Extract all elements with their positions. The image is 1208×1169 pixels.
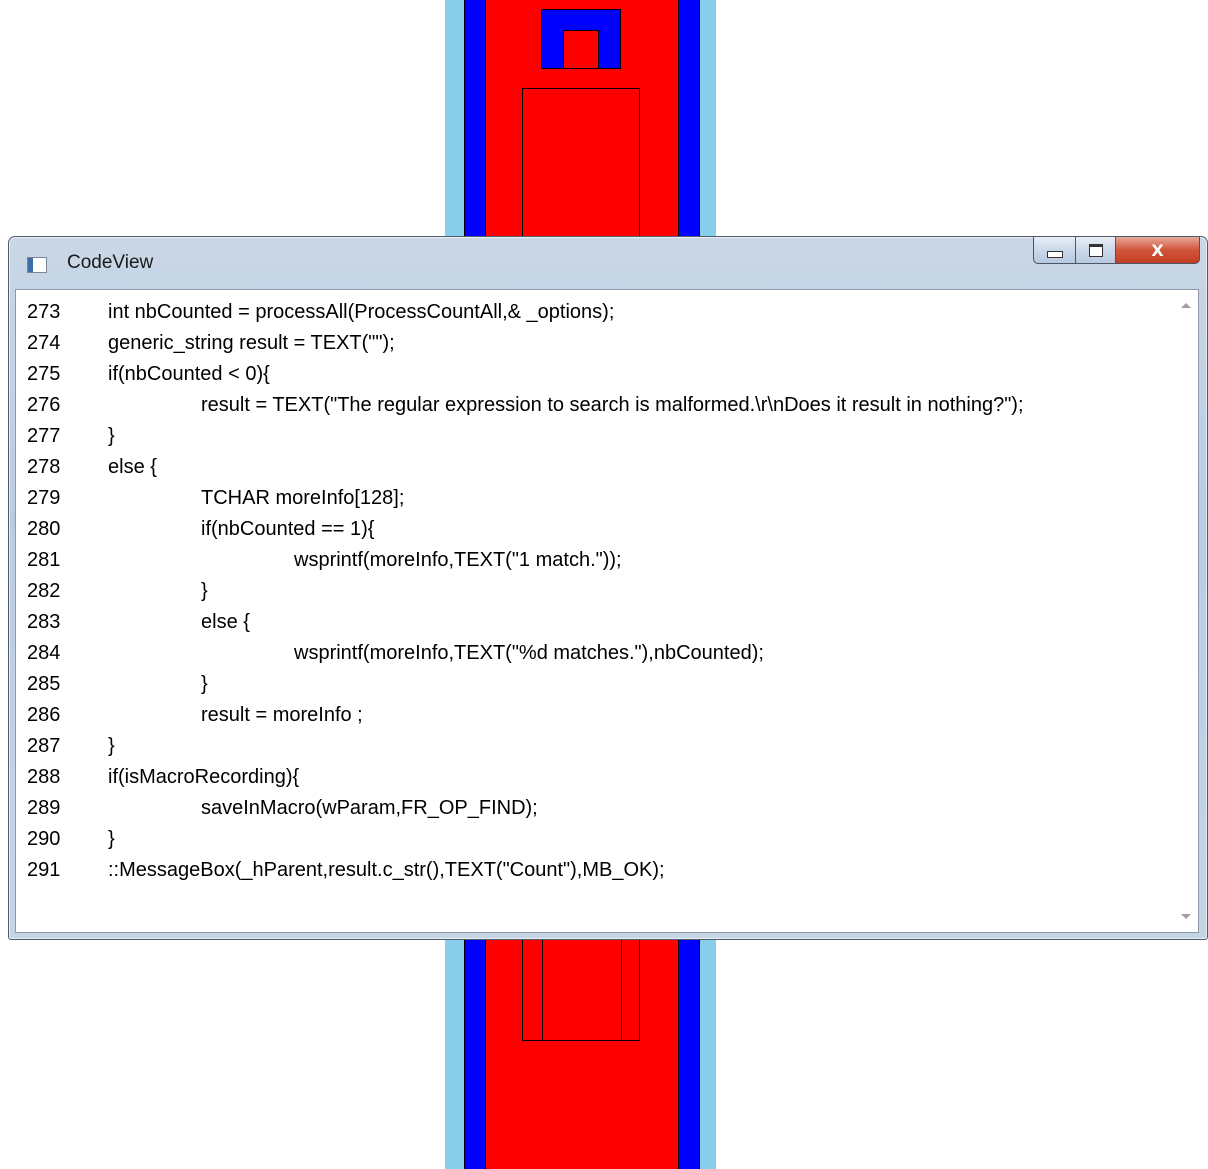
line-text: } bbox=[108, 425, 115, 447]
line-text: ::MessageBox(_hParent,result.c_str(),TEX… bbox=[108, 859, 665, 881]
line-number: 280 bbox=[27, 518, 61, 540]
line-text: saveInMacro(wParam,FR_OP_FIND); bbox=[201, 797, 538, 819]
line-text: int nbCounted = processAll(ProcessCountA… bbox=[108, 301, 615, 323]
code-line: 273 int nbCounted = processAll(ProcessCou… bbox=[16, 297, 1174, 328]
code-line: 290} bbox=[16, 824, 1174, 855]
minimize-button[interactable] bbox=[1033, 237, 1076, 264]
code-line: 274 generic_string result = TEXT(""); bbox=[16, 328, 1174, 359]
line-text: if(isMacroRecording){ bbox=[108, 766, 300, 788]
code-text[interactable]: 273 int nbCounted = processAll(ProcessCou… bbox=[16, 290, 1174, 932]
maximize-icon bbox=[1088, 243, 1103, 257]
codeview-window: CodeView X 273 int nbCounted = processAll… bbox=[8, 236, 1208, 940]
line-text: if(nbCounted == 1){ bbox=[201, 518, 375, 540]
line-number: 273 bbox=[27, 301, 61, 323]
app-window-icon[interactable] bbox=[27, 257, 47, 273]
code-line: 276 result = TEXT("The regular expression… bbox=[16, 390, 1174, 421]
close-icon: X bbox=[1151, 240, 1164, 260]
line-number: 290 bbox=[27, 828, 61, 850]
line-number: 279 bbox=[27, 487, 61, 509]
minimize-icon bbox=[1046, 250, 1063, 258]
maximize-button[interactable] bbox=[1076, 237, 1116, 264]
code-line: 280 if(nbCounted == 1){ bbox=[16, 514, 1174, 545]
line-number: 275 bbox=[27, 363, 61, 385]
vertical-scrollbar[interactable] bbox=[1174, 290, 1198, 932]
line-number: 284 bbox=[27, 642, 61, 664]
line-number: 287 bbox=[27, 735, 61, 757]
line-text: } bbox=[108, 828, 115, 850]
line-text: } bbox=[201, 673, 208, 695]
line-text: if(nbCounted < 0){ bbox=[108, 363, 270, 385]
line-number: 278 bbox=[27, 456, 61, 478]
line-number: 276 bbox=[27, 394, 61, 416]
line-text: } bbox=[201, 580, 208, 602]
code-line: 287} bbox=[16, 731, 1174, 762]
line-number: 282 bbox=[27, 580, 61, 602]
line-text: TCHAR moreInfo[128]; bbox=[201, 487, 405, 509]
code-line: 284 wsprintf(moreInfo,TEXT("%d matches.")… bbox=[16, 638, 1174, 669]
line-text: result = moreInfo ; bbox=[201, 704, 363, 726]
code-line: 279 TCHAR moreInfo[128]; bbox=[16, 483, 1174, 514]
title-bar[interactable]: CodeView X bbox=[9, 237, 1207, 287]
line-number: 291 bbox=[27, 859, 61, 881]
code-line: 277} bbox=[16, 421, 1174, 452]
code-line: 288 if(isMacroRecording){ bbox=[16, 762, 1174, 793]
line-text: } bbox=[108, 735, 115, 757]
code-line: 282} bbox=[16, 576, 1174, 607]
window-title: CodeView bbox=[67, 252, 154, 273]
code-line: 281 wsprintf(moreInfo,TEXT("1 match.")); bbox=[16, 545, 1174, 576]
line-number: 281 bbox=[27, 549, 61, 571]
background-top-cap-inner bbox=[563, 30, 599, 69]
scroll-down-arrow-icon[interactable] bbox=[1181, 914, 1191, 919]
close-button[interactable]: X bbox=[1116, 237, 1200, 264]
code-line: 289 saveInMacro(wParam,FR_OP_FIND); bbox=[16, 793, 1174, 824]
line-text: else { bbox=[108, 456, 157, 478]
code-line: 283 else { bbox=[16, 607, 1174, 638]
code-line: 278 else { bbox=[16, 452, 1174, 483]
background-bottom-rect-inner bbox=[542, 925, 622, 1041]
line-text: generic_string result = TEXT(""); bbox=[108, 332, 395, 354]
line-number: 277 bbox=[27, 425, 61, 447]
line-text: else { bbox=[201, 611, 250, 633]
code-line: 291::MessageBox(_hParent,result.c_str(),… bbox=[16, 855, 1174, 886]
code-line: 285} bbox=[16, 669, 1174, 700]
background-tall-rect bbox=[522, 88, 640, 250]
line-text: result = TEXT("The regular expression to… bbox=[201, 394, 1024, 416]
line-number: 285 bbox=[27, 673, 61, 695]
code-line: 275 if(nbCounted < 0){ bbox=[16, 359, 1174, 390]
caption-buttons: X bbox=[1033, 237, 1200, 265]
line-number: 274 bbox=[27, 332, 61, 354]
line-number: 288 bbox=[27, 766, 61, 788]
code-view-area[interactable]: 273 int nbCounted = processAll(ProcessCou… bbox=[15, 289, 1199, 933]
line-number: 289 bbox=[27, 797, 61, 819]
code-line: 286 result = moreInfo ; bbox=[16, 700, 1174, 731]
line-text: wsprintf(moreInfo,TEXT("%d matches."),nb… bbox=[294, 642, 764, 664]
line-text: wsprintf(moreInfo,TEXT("1 match.")); bbox=[294, 549, 622, 571]
line-number: 283 bbox=[27, 611, 61, 633]
scroll-up-arrow-icon[interactable] bbox=[1181, 303, 1191, 308]
line-number: 286 bbox=[27, 704, 61, 726]
